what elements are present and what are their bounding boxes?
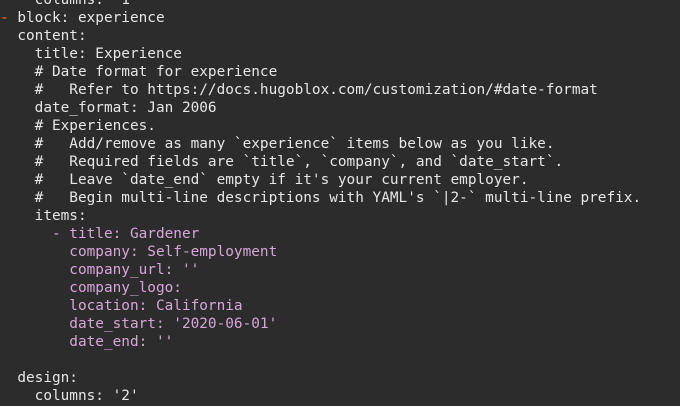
- code-line[interactable]: date_format: Jan 2006: [0, 99, 217, 117]
- code-line[interactable]: title: Experience: [0, 45, 182, 63]
- code-token: date_start: '2020-06-01': [0, 316, 278, 332]
- code-line[interactable]: items:: [0, 207, 87, 225]
- code-token: company: Self-employment: [0, 244, 278, 260]
- code-line[interactable]: # Refer to https://docs.hugoblox.com/cus…: [0, 81, 598, 99]
- code-token: title: Experience: [0, 46, 182, 62]
- code-line[interactable]: # Required fields are `title`, `company`…: [0, 153, 564, 171]
- code-token: block: experience: [17, 10, 165, 26]
- code-editor[interactable]: columns: '1' - block: experience content:…: [0, 0, 680, 406]
- code-token: # Add/remove as many `experience` items …: [0, 136, 555, 152]
- code-token: # Date format for experience: [0, 64, 278, 80]
- code-line[interactable]: date_end: '': [0, 333, 173, 351]
- code-token: date_end: '': [0, 334, 174, 350]
- code-token: company_logo:: [0, 280, 182, 296]
- code-token: # Leave `date_end` empty if it's your cu…: [0, 172, 529, 188]
- code-token: # Required fields are `title`, `company`…: [0, 154, 564, 170]
- code-token: location: California: [0, 298, 243, 314]
- code-token: columns: '1': [0, 0, 139, 8]
- code-line[interactable]: design:: [0, 369, 78, 387]
- code-line[interactable]: date_start: '2020-06-01': [0, 315, 277, 333]
- code-line[interactable]: # Begin multi-line descriptions with YAM…: [0, 189, 642, 207]
- code-line[interactable]: # Add/remove as many `experience` items …: [0, 135, 555, 153]
- code-line[interactable]: - block: experience: [0, 9, 165, 27]
- code-line[interactable]: columns: '2': [0, 387, 139, 405]
- code-line[interactable]: company_logo:: [0, 279, 182, 297]
- code-line[interactable]: # Date format for experience: [0, 63, 278, 81]
- code-token: # Experiences.: [0, 118, 156, 134]
- code-line[interactable]: content:: [0, 27, 87, 45]
- code-line[interactable]: columns: '1': [0, 0, 139, 9]
- code-token: # Refer to https://docs.hugoblox.com/cus…: [0, 82, 598, 98]
- code-line[interactable]: # Experiences.: [0, 117, 156, 135]
- code-token: content:: [0, 28, 87, 44]
- code-line[interactable]: location: California: [0, 297, 243, 315]
- code-token: columns: '2': [0, 388, 139, 404]
- code-token: items:: [0, 208, 87, 224]
- diff-marker: -: [0, 10, 18, 26]
- code-token: date_format: Jan 2006: [0, 100, 217, 116]
- code-token: # Begin multi-line descriptions with YAM…: [0, 190, 642, 206]
- code-token: design:: [0, 370, 78, 386]
- code-line[interactable]: # Leave `date_end` empty if it's your cu…: [0, 171, 529, 189]
- code-line[interactable]: company: Self-employment: [0, 243, 277, 261]
- code-line[interactable]: - title: Gardener: [0, 225, 199, 243]
- code-token: company_url: '': [0, 262, 200, 278]
- code-token: - title: Gardener: [0, 226, 200, 242]
- code-line[interactable]: company_url: '': [0, 261, 199, 279]
